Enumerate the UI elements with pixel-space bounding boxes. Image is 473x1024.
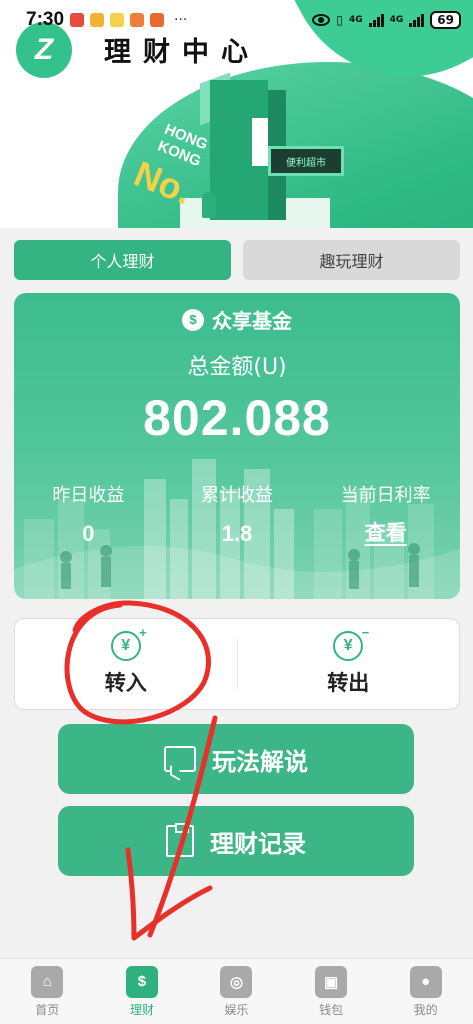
eye-icon (312, 14, 331, 26)
yen-symbol: ¥ (121, 637, 131, 654)
money-bag-icon: $ (182, 308, 204, 331)
gameplay-guide-button[interactable]: 玩法解说 (58, 724, 414, 794)
stat-total-earnings: 累计收益 1.8 (163, 481, 312, 547)
banner-illustration: 便利超市 HONG KONG No. (120, 72, 350, 228)
yen-plus-icon: ¥ + (110, 626, 147, 661)
nav-item-profile[interactable]: ● 我的 (378, 959, 473, 1024)
fund-card: $ 众享基金 总金额(U) 802.088 昨日收益 0 累计收益 1.8 当前… (14, 293, 460, 599)
home-icon: ⌂ (31, 965, 64, 998)
nav-label: 钱包 (319, 1002, 344, 1017)
bottom-navigation: ⌂ 首页 $ 理财 ◎ 娱乐 ▣ 钱包 ● 我的 (0, 958, 473, 1024)
total-amount-value: 802.088 (143, 390, 331, 446)
weibo-icon (90, 13, 105, 27)
nav-label: 娱乐 (224, 1002, 249, 1017)
bank-sign (252, 118, 268, 166)
stat-daily-rate: 当前日利率 查看 (311, 481, 460, 547)
stat-yesterday-earnings: 昨日收益 0 (14, 481, 163, 547)
mascot-figure (202, 192, 216, 218)
minus-icon: − (361, 625, 370, 640)
transfer-panel: ¥ + 转入 ¥ − 转出 (14, 618, 460, 710)
nav-item-wallet[interactable]: ▣ 钱包 (284, 959, 379, 1024)
finance-records-label: 理财记录 (210, 829, 306, 858)
stat-value: 0 (82, 521, 95, 546)
tab-fun-finance[interactable]: 趣玩理财 (243, 240, 460, 280)
profile-icon: ● (409, 965, 442, 998)
fund-title: $ 众享基金 (14, 305, 460, 334)
tab-personal-finance[interactable]: 个人理财 (14, 240, 231, 280)
gameplay-guide-label: 玩法解说 (212, 747, 308, 776)
nav-item-home[interactable]: ⌂ 首页 (0, 959, 95, 1024)
more-notifications-icon: ··· (174, 12, 188, 28)
stat-label: 当前日利率 (340, 485, 431, 506)
nav-label: 理财 (129, 1002, 154, 1017)
network-type-1: 4G (348, 15, 363, 25)
shop-sign: 便利超市 (268, 146, 344, 176)
nav-item-entertainment[interactable]: ◎ 娱乐 (189, 959, 284, 1024)
game-icon: ◎ (220, 965, 253, 998)
transfer-in-button[interactable]: ¥ + 转入 (15, 626, 237, 697)
money-bag-icon: $ (125, 965, 158, 998)
yen-symbol: ¥ (343, 637, 353, 654)
nav-label: 首页 (35, 1002, 60, 1017)
nav-item-finance[interactable]: $ 理财 (95, 959, 190, 1024)
total-amount-label: 总金额(U) (187, 355, 287, 380)
battery-indicator: 69 (430, 11, 461, 29)
plus-icon: + (139, 625, 147, 640)
stat-label: 昨日收益 (52, 485, 125, 506)
nav-label: 我的 (413, 1002, 438, 1017)
transfer-in-label: 转入 (104, 671, 147, 695)
notification-app-icon (110, 13, 125, 27)
status-indicators: ▯ 4G 4G 69 (312, 11, 461, 29)
vibrate-icon: ▯ (336, 13, 343, 27)
earnings-stats: 昨日收益 0 累计收益 1.8 当前日利率 查看 (14, 481, 460, 547)
yen-minus-icon: ¥ − (333, 626, 370, 661)
view-rate-link[interactable]: 查看 (365, 517, 407, 547)
finance-records-button[interactable]: 理财记录 (58, 806, 414, 876)
signal-icon (409, 13, 425, 27)
wallet-icon: ▣ (315, 965, 348, 998)
stat-label: 累计收益 (201, 485, 273, 506)
signal-icon (368, 13, 384, 27)
fund-name: 众享基金 (212, 309, 292, 333)
clipboard-icon (166, 823, 194, 857)
stat-value: 1.8 (221, 521, 253, 546)
transfer-out-button[interactable]: ¥ − 转出 (238, 626, 460, 697)
chat-icon (164, 746, 196, 772)
network-type-2: 4G (389, 15, 404, 25)
notification-app-icon (70, 13, 85, 27)
tab-bar: 个人理财 趣玩理财 (14, 240, 460, 280)
status-bar: 7:30 ··· ▯ 4G 4G 69 (0, 0, 473, 40)
status-time: 7:30 (26, 9, 65, 30)
notification-app-icon (150, 13, 165, 27)
notification-app-icon (130, 13, 145, 27)
notification-icons: ··· (70, 12, 187, 28)
transfer-out-label: 转出 (327, 671, 370, 695)
